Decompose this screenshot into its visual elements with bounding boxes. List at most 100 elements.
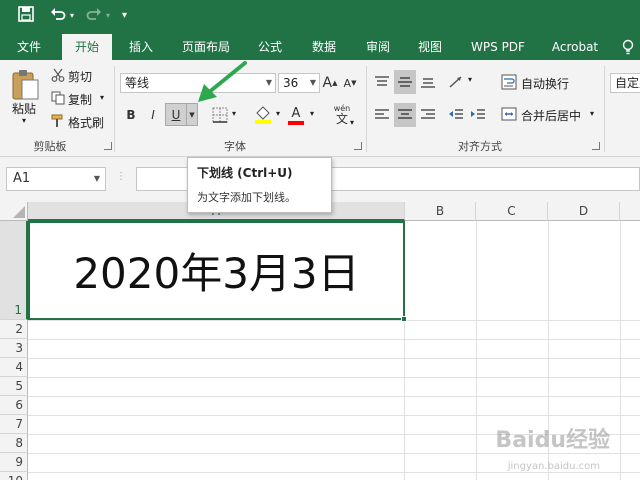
select-all-button[interactable] [0,202,28,221]
lightbulb-icon[interactable] [616,34,640,60]
tab-formulas[interactable]: 公式 [250,34,290,60]
redo-dropdown-icon[interactable]: ▾ [106,6,110,26]
merge-center-icon[interactable] [500,105,518,123]
copy-dropdown-icon[interactable]: ▾ [100,93,104,102]
ribbon-divider [114,66,115,152]
grid-line [620,221,621,480]
row-header-10[interactable]: 10 [0,472,28,480]
phonetic-dropdown-icon[interactable]: ▾ [350,118,354,127]
orientation-dropdown-icon[interactable]: ▾ [468,75,472,84]
orientation-icon[interactable] [446,72,466,92]
tab-acrobat[interactable]: Acrobat [544,34,606,60]
number-format-value: 自定义 [615,76,640,90]
font-color-letter: A [291,105,301,121]
row-header-5[interactable]: 5 [0,377,28,396]
annotation-arrow-icon [198,61,247,102]
copy-button[interactable]: 复制 [68,91,92,108]
paste-dropdown-icon[interactable]: ▾ [22,116,26,125]
fill-color-icon[interactable] [252,104,274,126]
grow-font-button[interactable]: A ▲ [322,73,338,93]
italic-button[interactable]: I [144,104,162,126]
align-top-icon[interactable] [372,72,392,92]
ribbon-divider [604,66,605,152]
underline-tooltip: 下划线 (Ctrl+U) 为文字添加下划线。 [187,157,332,213]
baidu-watermark: Baidu经验 [495,428,610,453]
copy-icon[interactable] [50,90,66,106]
alignment-group-label: 对齐方式 [458,140,502,153]
align-center-icon[interactable] [394,103,416,127]
save-icon[interactable] [18,6,34,26]
paste-label[interactable]: 粘贴 [12,100,36,117]
format-painter-icon[interactable] [50,113,66,129]
align-bottom-icon[interactable] [418,72,438,92]
chevron-down-icon: ▼ [309,78,316,87]
column-header-d[interactable]: D [548,202,620,221]
wrap-text-icon[interactable] [500,73,518,91]
cell-a1-value: 2020年3月3日 [73,249,360,298]
fill-handle[interactable] [401,316,407,322]
align-right-icon[interactable] [418,104,438,126]
ribbon-divider [366,66,367,152]
formula-bar-grip-icon[interactable]: ⋮ [116,171,126,187]
grid-line [476,221,477,480]
title-bar: ▾ ▾ ▾ [0,0,640,34]
paste-icon[interactable] [8,64,42,104]
font-size-value: 36 [283,76,299,90]
border-dropdown-icon[interactable]: ▾ [232,109,236,118]
underline-dropdown-icon[interactable]: ▼ [187,103,198,126]
align-left-icon[interactable] [372,104,392,126]
increase-indent-icon[interactable] [468,104,488,126]
cut-icon[interactable] [50,67,66,83]
tab-data[interactable]: 数据 [302,34,346,60]
column-header-e[interactable] [620,202,640,221]
undo-icon[interactable] [50,6,66,26]
font-group-label: 字体 [224,140,246,153]
row-header-9[interactable]: 9 [0,453,28,472]
cell-a1[interactable]: 2020年3月3日 [28,221,405,320]
tab-view[interactable]: 视图 [410,34,450,60]
cut-button[interactable]: 剪切 [68,68,92,85]
align-middle-icon[interactable] [394,70,416,94]
alignment-launcher-icon[interactable] [592,142,600,150]
row-header-8[interactable]: 8 [0,434,28,453]
border-icon[interactable] [210,105,230,125]
tab-wps-pdf[interactable]: WPS PDF [460,34,536,60]
row-header-3[interactable]: 3 [0,339,28,358]
merge-center-button[interactable]: 合并后居中 [521,107,581,124]
column-header-b[interactable]: B [405,202,476,221]
undo-dropdown-icon[interactable]: ▾ [70,6,74,26]
font-color-swatch [288,120,304,125]
row-header-4[interactable]: 4 [0,358,28,377]
font-color-dropdown-icon[interactable]: ▾ [310,109,314,118]
tab-review[interactable]: 审阅 [356,34,400,60]
bold-button[interactable]: B [122,104,140,126]
underline-button[interactable]: U [165,103,187,126]
column-header-c[interactable]: C [476,202,548,221]
row-header-1[interactable]: 1 [0,221,28,320]
merge-dropdown-icon[interactable]: ▾ [590,109,594,118]
font-size-select[interactable]: 36 ▼ [278,73,320,93]
wrap-text-button[interactable]: 自动换行 [521,75,569,92]
number-format-select[interactable]: 自定义 [610,73,640,93]
font-launcher-icon[interactable] [354,142,362,150]
tooltip-description: 为文字添加下划线。 [197,191,296,204]
format-painter-button[interactable]: 格式刷 [68,114,104,131]
font-color-button[interactable]: A [286,104,306,126]
baidu-watermark-url: jingyan.baidu.com [507,461,600,472]
decrease-indent-icon[interactable] [446,104,466,126]
tab-page-layout[interactable]: 页面布局 [174,34,238,60]
row-header-2[interactable]: 2 [0,320,28,339]
shrink-font-button[interactable]: A ▼ [342,73,358,93]
row-header-6[interactable]: 6 [0,396,28,415]
tab-home[interactable]: 开始 [62,34,112,60]
fill-color-dropdown-icon[interactable]: ▾ [276,109,280,118]
clipboard-launcher-icon[interactable] [104,142,112,150]
redo-icon[interactable] [86,6,102,26]
row-header-7[interactable]: 7 [0,415,28,434]
tab-insert[interactable]: 插入 [118,34,164,60]
customize-qat-icon[interactable]: ▾ [122,6,127,26]
shrink-font-label: A [343,76,352,90]
tab-file[interactable]: 文件 [6,34,52,60]
ribbon-tabs: 文件 开始 插入 页面布局 公式 数据 审阅 视图 WPS PDF Acroba… [0,34,640,60]
name-box[interactable]: A1 ▼ [6,167,106,191]
